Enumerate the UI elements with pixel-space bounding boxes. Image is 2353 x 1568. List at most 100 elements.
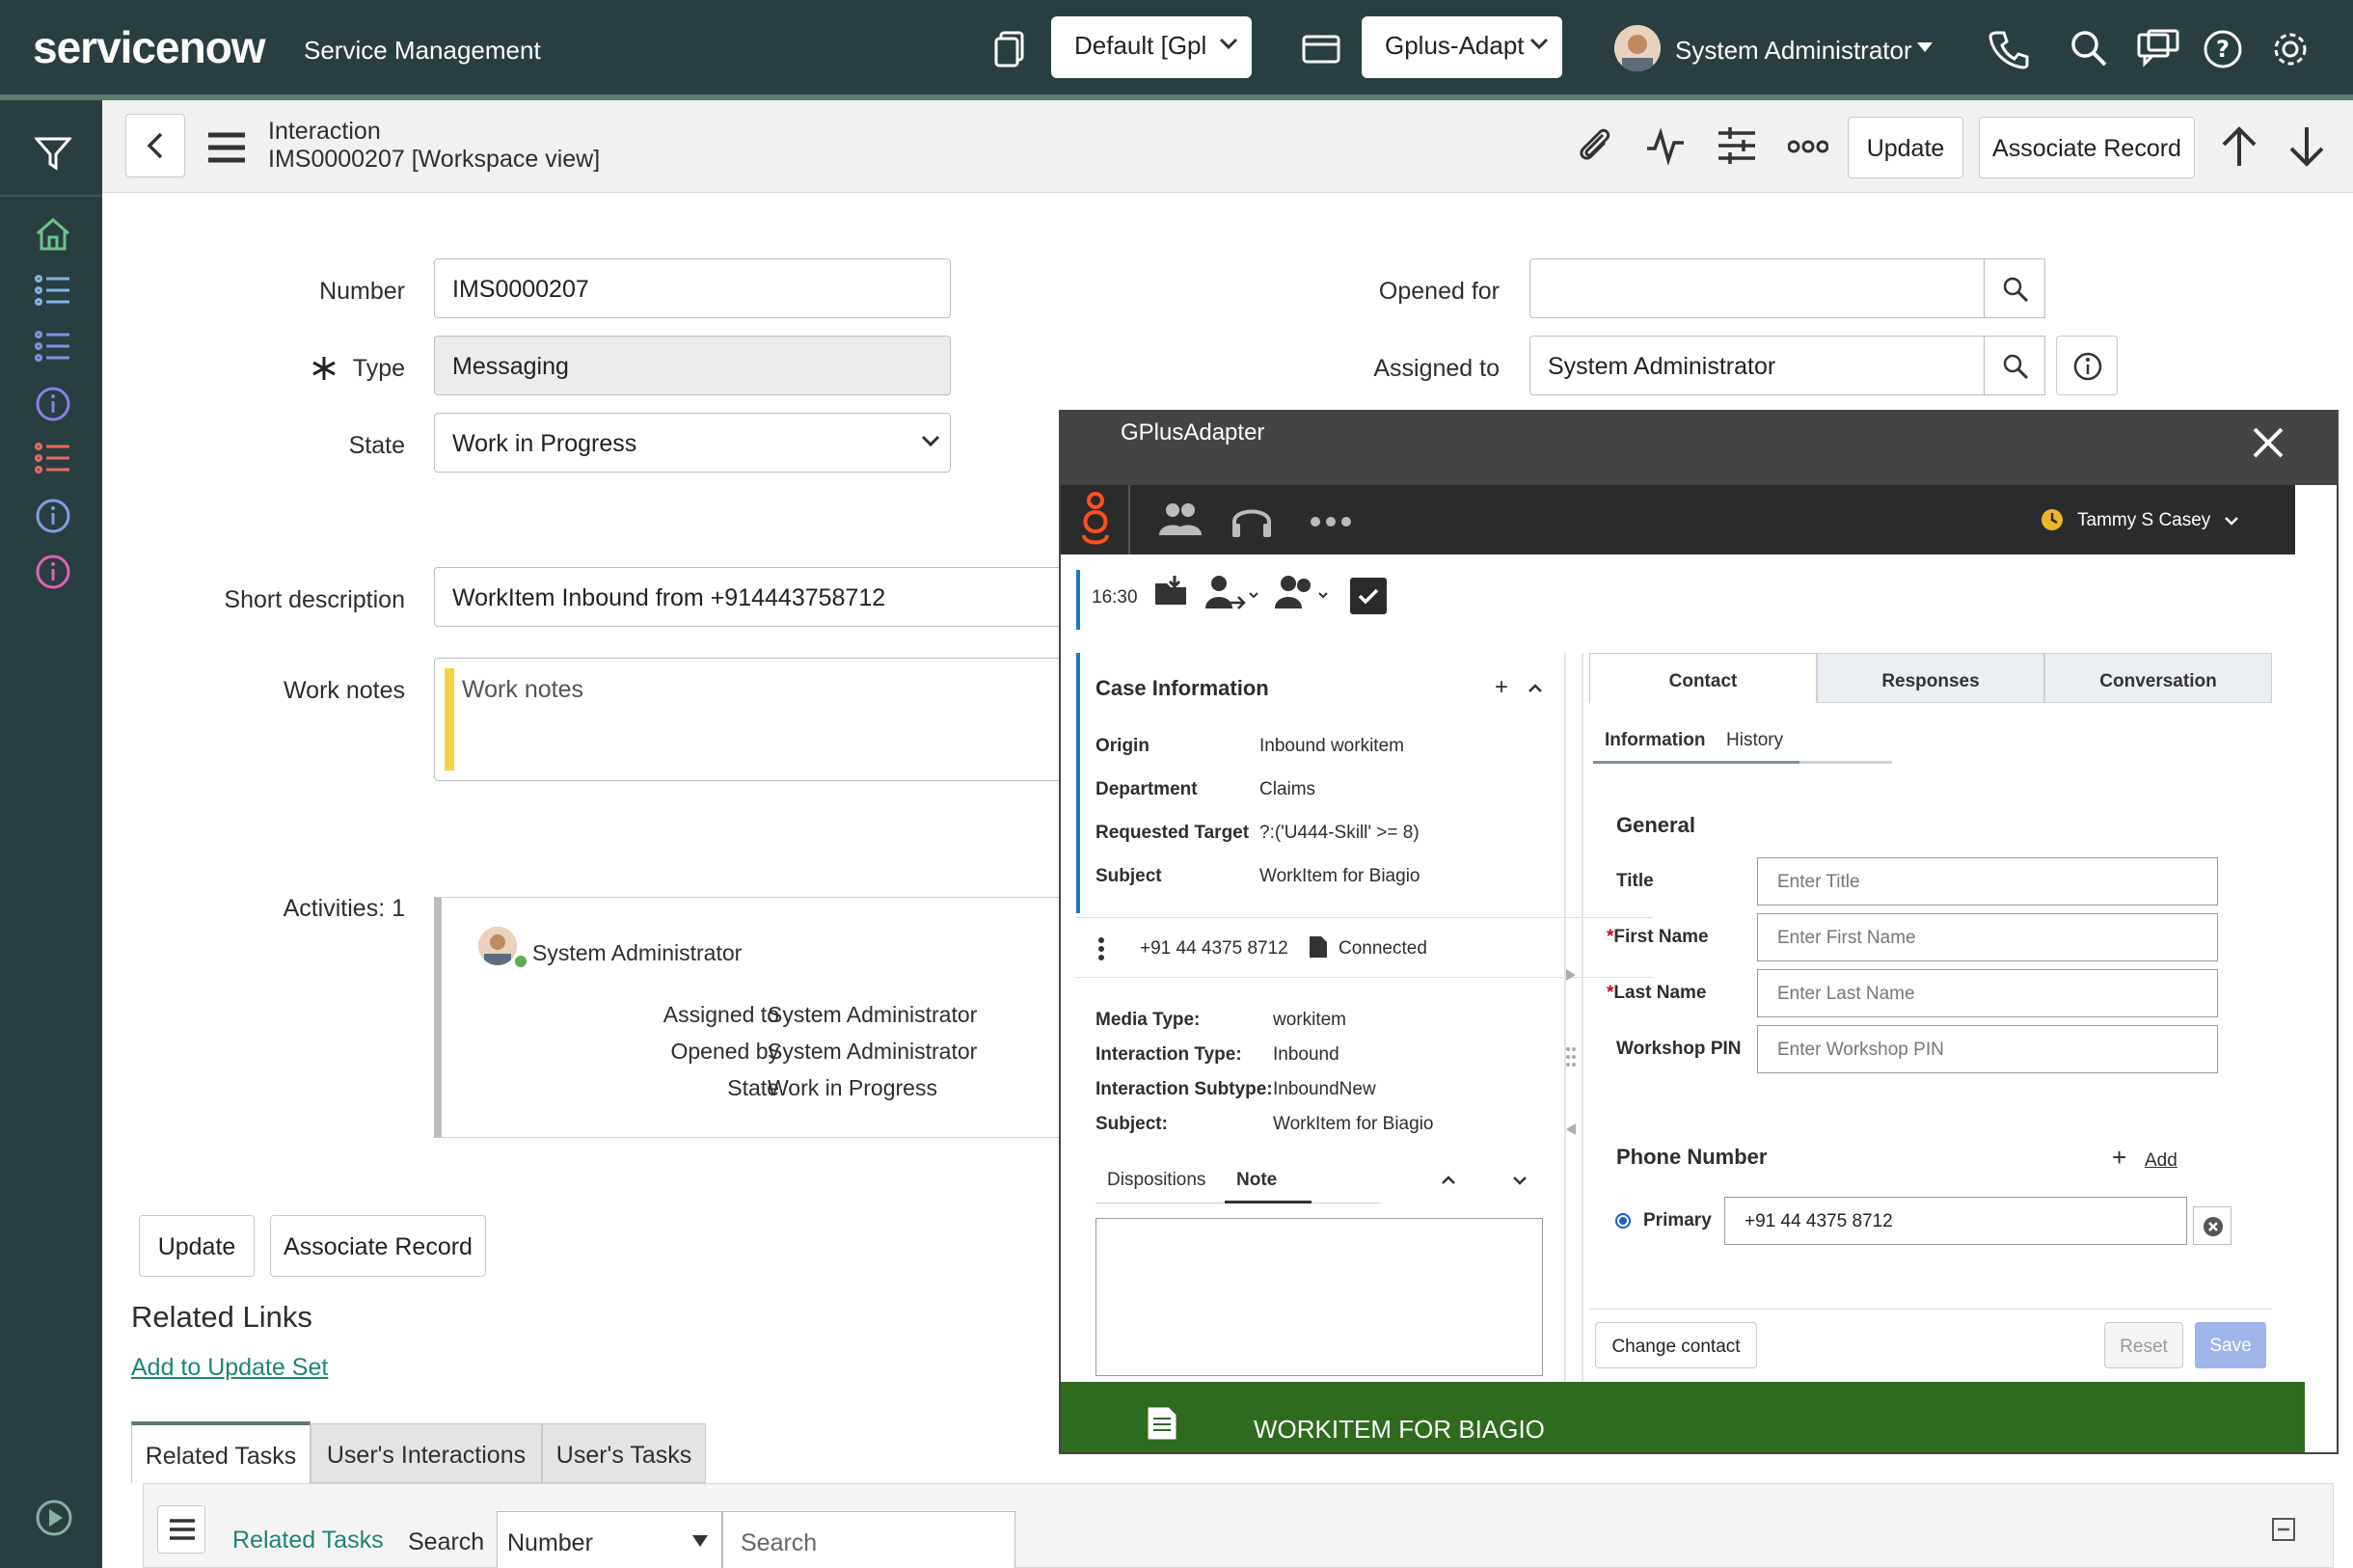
play-icon[interactable] xyxy=(35,1499,72,1536)
chevron-left-icon xyxy=(147,132,163,159)
done-folder-icon[interactable] xyxy=(1153,574,1188,608)
chevron-up-icon[interactable] xyxy=(1441,1176,1456,1185)
list-menu-button[interactable] xyxy=(157,1505,205,1554)
work-notes-field[interactable]: Work notes xyxy=(434,658,1090,781)
tab-history[interactable]: History xyxy=(1726,730,1783,751)
close-icon[interactable] xyxy=(2251,425,2285,460)
brand-logo[interactable]: servicenow xyxy=(33,21,266,73)
add-phone-link[interactable]: Add xyxy=(2145,1150,2177,1172)
chevron-up-icon[interactable] xyxy=(1528,684,1543,693)
assigned-to-info-button[interactable] xyxy=(2056,336,2118,395)
tab-information[interactable]: Information xyxy=(1605,730,1706,751)
workshop-pin-input[interactable]: Enter Workshop PIN xyxy=(1757,1025,2218,1073)
more-icon[interactable] xyxy=(1788,139,1828,154)
short-description-field[interactable]: WorkItem Inbound from +914443758712 xyxy=(434,567,1090,627)
expand-right-icon[interactable] xyxy=(1566,969,1576,981)
activity-value: System Administrator xyxy=(768,1002,978,1027)
search-field-select[interactable]: Number xyxy=(497,1511,722,1568)
search-input[interactable]: Search xyxy=(722,1511,1015,1568)
tab-related-tasks[interactable]: Related Tasks xyxy=(131,1421,311,1483)
reset-button[interactable]: Reset xyxy=(2104,1322,2183,1368)
title-input[interactable]: Enter Title xyxy=(1757,857,2218,906)
more-icon[interactable] xyxy=(1310,516,1352,527)
info-icon[interactable] xyxy=(35,386,70,421)
paperclip-icon[interactable] xyxy=(1574,125,1614,166)
first-name-input[interactable]: Enter First Name xyxy=(1757,913,2218,961)
arrow-down-icon[interactable] xyxy=(2287,125,2326,168)
tab-conversation[interactable]: Conversation xyxy=(2044,653,2272,703)
list-icon[interactable] xyxy=(35,330,69,365)
filter-icon[interactable] xyxy=(35,135,71,171)
activity-icon[interactable] xyxy=(1645,125,1686,166)
conference-icon[interactable] xyxy=(1275,574,1329,612)
tab-responses[interactable]: Responses xyxy=(1817,653,2044,703)
genesys-logo-icon[interactable] xyxy=(1076,491,1115,551)
info-icon[interactable] xyxy=(35,498,70,533)
chevron-down-icon[interactable] xyxy=(1512,1176,1528,1185)
assigned-to-field[interactable]: System Administrator xyxy=(1529,336,1985,395)
caret-down-icon[interactable] xyxy=(1917,42,1933,52)
list-icon[interactable] xyxy=(35,274,69,309)
tab-users-interactions[interactable]: User's Interactions xyxy=(311,1423,542,1483)
contacts-icon[interactable] xyxy=(1159,500,1202,539)
arrow-up-icon[interactable] xyxy=(2220,125,2258,168)
change-contact-button[interactable]: Change contact xyxy=(1595,1322,1757,1368)
agent-name[interactable]: Tammy S Casey xyxy=(2077,510,2210,531)
chat-icon[interactable] xyxy=(2137,29,2179,68)
add-to-update-set-link[interactable]: Add to Update Set xyxy=(131,1354,328,1382)
note-textarea[interactable] xyxy=(1095,1218,1543,1376)
primary-phone-input[interactable]: +91 44 4375 8712 xyxy=(1724,1197,2187,1245)
state-select[interactable]: Work in Progress xyxy=(434,413,951,473)
kebab-icon[interactable] xyxy=(1097,936,1105,961)
workshop-pin-label: Workshop PIN xyxy=(1616,1039,1742,1059)
related-list-title[interactable]: Related Tasks xyxy=(232,1527,384,1554)
assigned-to-lookup-button[interactable] xyxy=(1984,336,2045,395)
update-button-bottom[interactable]: Update xyxy=(139,1215,255,1277)
phone-icon[interactable] xyxy=(1988,29,2029,69)
save-button[interactable]: Save xyxy=(2195,1322,2266,1368)
number-field[interactable]: IMS0000207 xyxy=(434,258,951,318)
tab-dispositions[interactable]: Dispositions xyxy=(1107,1170,1205,1191)
agent-status-icon[interactable] xyxy=(2041,508,2064,531)
headset-icon[interactable] xyxy=(1231,500,1273,539)
remove-phone-button[interactable] xyxy=(2193,1206,2231,1245)
plus-icon[interactable]: + xyxy=(1495,674,1508,701)
user-avatar[interactable] xyxy=(1614,25,1661,71)
list-icon[interactable] xyxy=(35,442,69,476)
help-icon[interactable]: ? xyxy=(2203,29,2243,69)
home-icon[interactable] xyxy=(35,216,69,251)
transfer-icon[interactable] xyxy=(1205,574,1259,612)
user-menu-name[interactable]: System Administrator xyxy=(1675,36,1912,66)
tab-note[interactable]: Note xyxy=(1236,1170,1277,1191)
number-label: Number xyxy=(319,278,405,305)
plus-icon[interactable]: + xyxy=(2112,1143,2126,1173)
mark-done-button[interactable] xyxy=(1350,578,1387,614)
settings-sliders-icon[interactable] xyxy=(1717,125,1757,166)
back-button[interactable] xyxy=(125,114,185,177)
media-key: Subject: xyxy=(1095,1114,1168,1134)
associate-record-button-bottom[interactable]: Associate Record xyxy=(270,1215,486,1277)
associate-record-button[interactable]: Associate Record xyxy=(1979,117,2195,178)
opened-for-lookup-button[interactable] xyxy=(1984,258,2045,318)
chevron-down-icon xyxy=(921,435,940,448)
tab-contact[interactable]: Contact xyxy=(1589,653,1817,703)
window-icon[interactable] xyxy=(1302,35,1340,64)
document-icon[interactable] xyxy=(993,31,1026,68)
gear-icon[interactable] xyxy=(2270,29,2311,69)
tab-users-tasks[interactable]: User's Tasks xyxy=(542,1423,706,1483)
activity-key: Opened by xyxy=(670,1039,779,1064)
drag-handle-icon[interactable] xyxy=(1566,1046,1576,1068)
expand-left-icon[interactable] xyxy=(1566,1123,1576,1135)
search-field-value: Number xyxy=(507,1529,593,1556)
search-icon[interactable] xyxy=(2069,29,2108,68)
opened-for-field[interactable] xyxy=(1529,258,1985,318)
chevron-down-icon[interactable] xyxy=(2224,516,2239,526)
info-icon[interactable] xyxy=(35,554,70,589)
update-set-select[interactable]: Gplus-Adapt xyxy=(1362,16,1562,78)
update-button[interactable]: Update xyxy=(1848,117,1963,178)
primary-radio[interactable] xyxy=(1614,1212,1632,1230)
collapse-icon[interactable] xyxy=(2271,1517,2296,1542)
scope-select[interactable]: Default [Gpl xyxy=(1051,16,1252,78)
menu-icon[interactable] xyxy=(206,131,247,164)
last-name-input[interactable]: Enter Last Name xyxy=(1757,969,2218,1017)
